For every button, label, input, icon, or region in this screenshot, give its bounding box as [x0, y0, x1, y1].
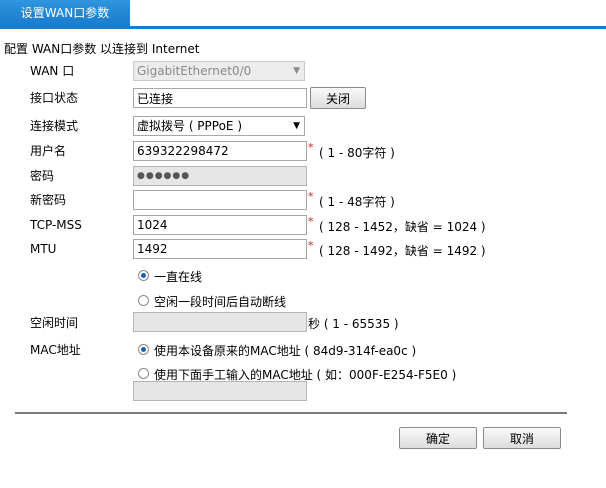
connection-mode-value: 虚拟拨号 ( PPPoE )	[137, 119, 243, 133]
wan-port-select: GigabitEthernet0/0 ▼	[133, 61, 305, 81]
idle-time-hint: 秒 ( 1 - 65535 )	[308, 317, 399, 331]
tab-underline	[0, 26, 606, 29]
cancel-button[interactable]: 取消	[483, 427, 561, 449]
idle-disconnect-label: 空闲一段时间后自动断线	[154, 295, 287, 309]
username-label: 用户名	[30, 144, 67, 158]
required-mark: *	[308, 141, 314, 154]
wan-port-value: GigabitEthernet0/0	[137, 64, 252, 78]
password-label: 密码	[30, 169, 55, 183]
interface-status-field	[133, 88, 307, 108]
idle-time-input	[133, 312, 307, 332]
radio-mac-manual[interactable]	[138, 368, 149, 379]
password-input	[133, 166, 307, 186]
new-password-hint: ( 1 - 48字符 )	[319, 195, 395, 209]
tcp-mss-input[interactable]	[133, 215, 307, 235]
tcp-mss-label: TCP-MSS	[30, 218, 82, 232]
page-heading: 配置 WAN口参数 以连接到 Internet	[4, 42, 200, 56]
radio-mac-default[interactable]	[138, 344, 149, 355]
new-password-input[interactable]	[133, 190, 307, 210]
wan-port-label: WAN 口	[30, 64, 75, 78]
username-input[interactable]	[133, 141, 307, 161]
mac-address-label: MAC地址	[30, 343, 81, 357]
new-password-label: 新密码	[30, 193, 67, 207]
radio-always-online[interactable]	[138, 270, 149, 281]
mtu-input[interactable]	[133, 239, 307, 259]
close-connection-button[interactable]: 关闭	[310, 87, 366, 109]
always-online-label: 一直在线	[154, 270, 203, 284]
required-mark: *	[308, 190, 314, 203]
required-mark: *	[308, 239, 314, 252]
mac-default-label: 使用本设备原来的MAC地址 ( 84d9-314f-ea0c )	[154, 344, 417, 358]
mtu-hint: ( 128 - 1492，缺省 = 1492 )	[319, 244, 486, 258]
chevron-down-icon: ▼	[293, 66, 300, 76]
connection-mode-select[interactable]: 虚拟拨号 ( PPPoE ) ▼	[133, 116, 305, 136]
tab-wan-settings[interactable]: 设置WAN口参数	[0, 0, 130, 26]
form-divider	[15, 412, 567, 414]
radio-idle-disconnect[interactable]	[138, 295, 149, 306]
idle-time-label: 空闲时间	[30, 316, 79, 330]
connection-mode-label: 连接模式	[30, 119, 79, 133]
required-mark: *	[308, 215, 314, 228]
username-hint: ( 1 - 80字符 )	[319, 146, 395, 160]
mtu-label: MTU	[30, 242, 57, 256]
interface-status-label: 接口状态	[30, 91, 79, 105]
ok-button[interactable]: 确定	[399, 427, 477, 449]
mac-manual-input	[133, 381, 307, 401]
chevron-down-icon: ▼	[293, 121, 300, 131]
tcp-mss-hint: ( 128 - 1452，缺省 = 1024 )	[319, 220, 486, 234]
